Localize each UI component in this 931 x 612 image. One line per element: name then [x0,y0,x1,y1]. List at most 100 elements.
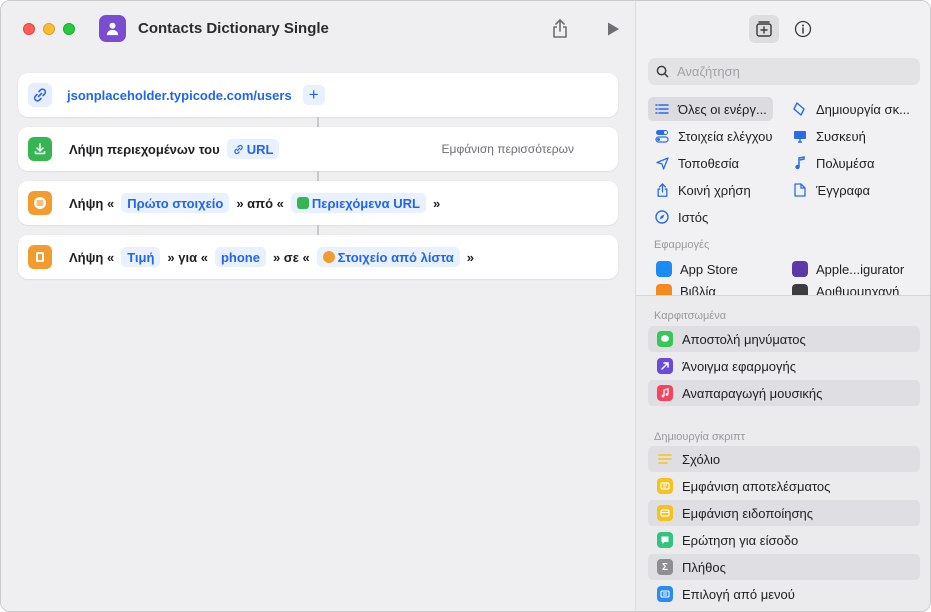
app-label: App Store [680,261,738,277]
action-label-prefix: Λήψη « [69,195,115,211]
choose-from-menu-action[interactable]: Επιλογή από μενού [648,581,920,607]
play-music-action[interactable]: Αναπαραγωγή μουσικής [648,380,920,406]
toggle-icon [654,128,670,144]
document-icon [792,182,808,198]
dictionary-icon [28,245,52,269]
shortcuts-window: Contacts Dictionary Single jsonplacehold… [0,0,931,612]
category-label: Πολυμέσα [816,155,875,171]
key-token[interactable]: phone [214,247,266,267]
action-label: Εμφάνιση αποτελέσματος [682,478,831,494]
download-icon [296,197,309,209]
category-all-actions[interactable]: Όλες οι ενέργ... [648,97,773,121]
messages-icon [657,331,673,347]
actions-sidebar: Αναζήτηση Όλες οι ενέργ... Δημιουργία σκ… [635,1,930,611]
search-placeholder: Αναζήτηση [677,64,740,79]
app-label: Βιβλία [680,284,716,295]
suggestions-panel: Καρφιτσωμένα Αποστολή μηνύματος Άνοιγμα … [636,295,930,611]
share-icon [654,182,670,198]
person-icon [106,22,119,36]
notification-icon [657,505,673,521]
scripting-heading: Δημιουργία σκριπτ [654,431,745,443]
pinned-heading: Καρφιτσωμένα [654,310,727,322]
action-label: Ερώτηση για είσοδο [682,532,799,548]
apple-configurator-app[interactable]: Apple...igurator [786,257,924,281]
get-dictionary-value-action[interactable]: Λήψη « Τιμή » για « phone » σε « Στοιχεί… [18,235,618,279]
action-label: Αναπαραγωγή μουσικής [682,385,823,401]
category-label: Τοποθεσία [678,155,740,171]
share-icon [553,19,567,38]
category-label: Έγγραφα [816,182,871,198]
action-label: Άνοιγμα εφαρμογής [682,358,797,374]
action-label: Σχόλιο [682,451,721,467]
search-icon [656,65,669,78]
search-field[interactable]: Αναζήτηση [648,58,920,85]
show-result-icon [657,478,673,494]
show-result-action[interactable]: Εμφάνιση αποτελέσματος [648,473,920,499]
get-contents-action[interactable]: Λήψη περιεχομένων του URL Εμφάνιση περισ… [18,127,618,171]
token-label: Στοιχείο από λίστα [337,249,454,265]
show-more-link[interactable]: Εμφάνιση περισσότερων [442,142,574,156]
music-icon [657,385,673,401]
calculator-app[interactable]: Αριθμομηχανή [786,284,924,295]
list-icon [28,191,52,215]
comment-lines-icon [657,451,673,467]
category-sharing[interactable]: Κοινή χρήση [648,178,783,202]
calculator-icon [792,284,808,295]
category-controls[interactable]: Στοιχεία ελέγχου [648,124,783,148]
music-note-icon [792,155,808,171]
apps-heading: Εφαρμογές [654,239,710,251]
app-store-app[interactable]: App Store [650,257,785,281]
open-app-icon [657,358,673,374]
close-window-button[interactable] [23,23,35,35]
url-contents-token[interactable]: Περιεχόμενα URL [290,193,426,213]
zoom-window-button[interactable] [63,23,75,35]
category-scripting[interactable]: Δημιουργία σκ... [786,97,924,121]
app-label: Apple...igurator [816,261,905,277]
category-web[interactable]: Ιστός [648,205,783,229]
menu-icon [657,586,673,602]
item-from-list-token[interactable]: Στοιχείο από λίστα [316,247,460,267]
run-button[interactable] [602,18,624,40]
url-value[interactable]: jsonplaceholder.typicode.com/users [67,85,292,105]
get-item-action[interactable]: Λήψη « Πρώτο στοιχείο » από « Περιεχόμεν… [18,181,618,225]
share-button[interactable] [549,18,571,40]
compass-icon [654,209,670,225]
shortcut-icon[interactable] [99,15,126,42]
books-app[interactable]: Βιβλία [650,284,785,295]
category-device[interactable]: Συσκευή [786,124,924,148]
category-documents[interactable]: Έγγραφα [786,178,924,202]
category-label: Όλες οι ενέργ... [678,101,767,117]
item-selector-token[interactable]: Πρώτο στοιχείο [121,193,230,213]
connector [317,225,319,235]
shortcut-title[interactable]: Contacts Dictionary Single [138,20,329,37]
title-bar: Contacts Dictionary Single [1,1,635,57]
ask-for-input-action[interactable]: Ερώτηση για είσοδο [648,527,920,553]
connector [317,171,319,181]
action-label: Εμφάνιση ειδοποίησης [682,505,813,521]
open-app-action[interactable]: Άνοιγμα εφαρμογής [648,353,920,379]
category-media[interactable]: Πολυμέσα [786,151,924,175]
category-label: Συσκευή [816,128,866,144]
details-tab[interactable] [788,15,818,43]
url-action[interactable]: jsonplaceholder.typicode.com/users + [18,73,618,117]
action-label-suffix: » [466,249,474,265]
link-icon [28,83,52,107]
minimize-window-button[interactable] [43,23,55,35]
action-label-middle: » σε « [272,249,310,265]
value-selector-token[interactable]: Τιμή [121,247,161,267]
comment-action[interactable]: Σχόλιο [648,446,920,472]
token-label: Περιεχόμενα URL [311,195,420,211]
action-label-prefix: Λήψη « [69,249,115,265]
action-library-tab[interactable] [749,15,779,43]
ask-input-icon [657,532,673,548]
url-variable-token[interactable]: URL [226,139,280,159]
send-message-action[interactable]: Αποστολή μηνύματος [648,326,920,352]
category-label: Στοιχεία ελέγχου [678,128,773,144]
connector [317,117,319,127]
count-action[interactable]: Σ Πλήθος [648,554,920,580]
category-label: Ιστός [678,209,709,225]
action-label: Αποστολή μηνύματος [682,331,806,347]
category-location[interactable]: Τοποθεσία [648,151,783,175]
show-notification-action[interactable]: Εμφάνιση ειδοποίησης [648,500,920,526]
add-url-button[interactable]: + [302,85,325,105]
